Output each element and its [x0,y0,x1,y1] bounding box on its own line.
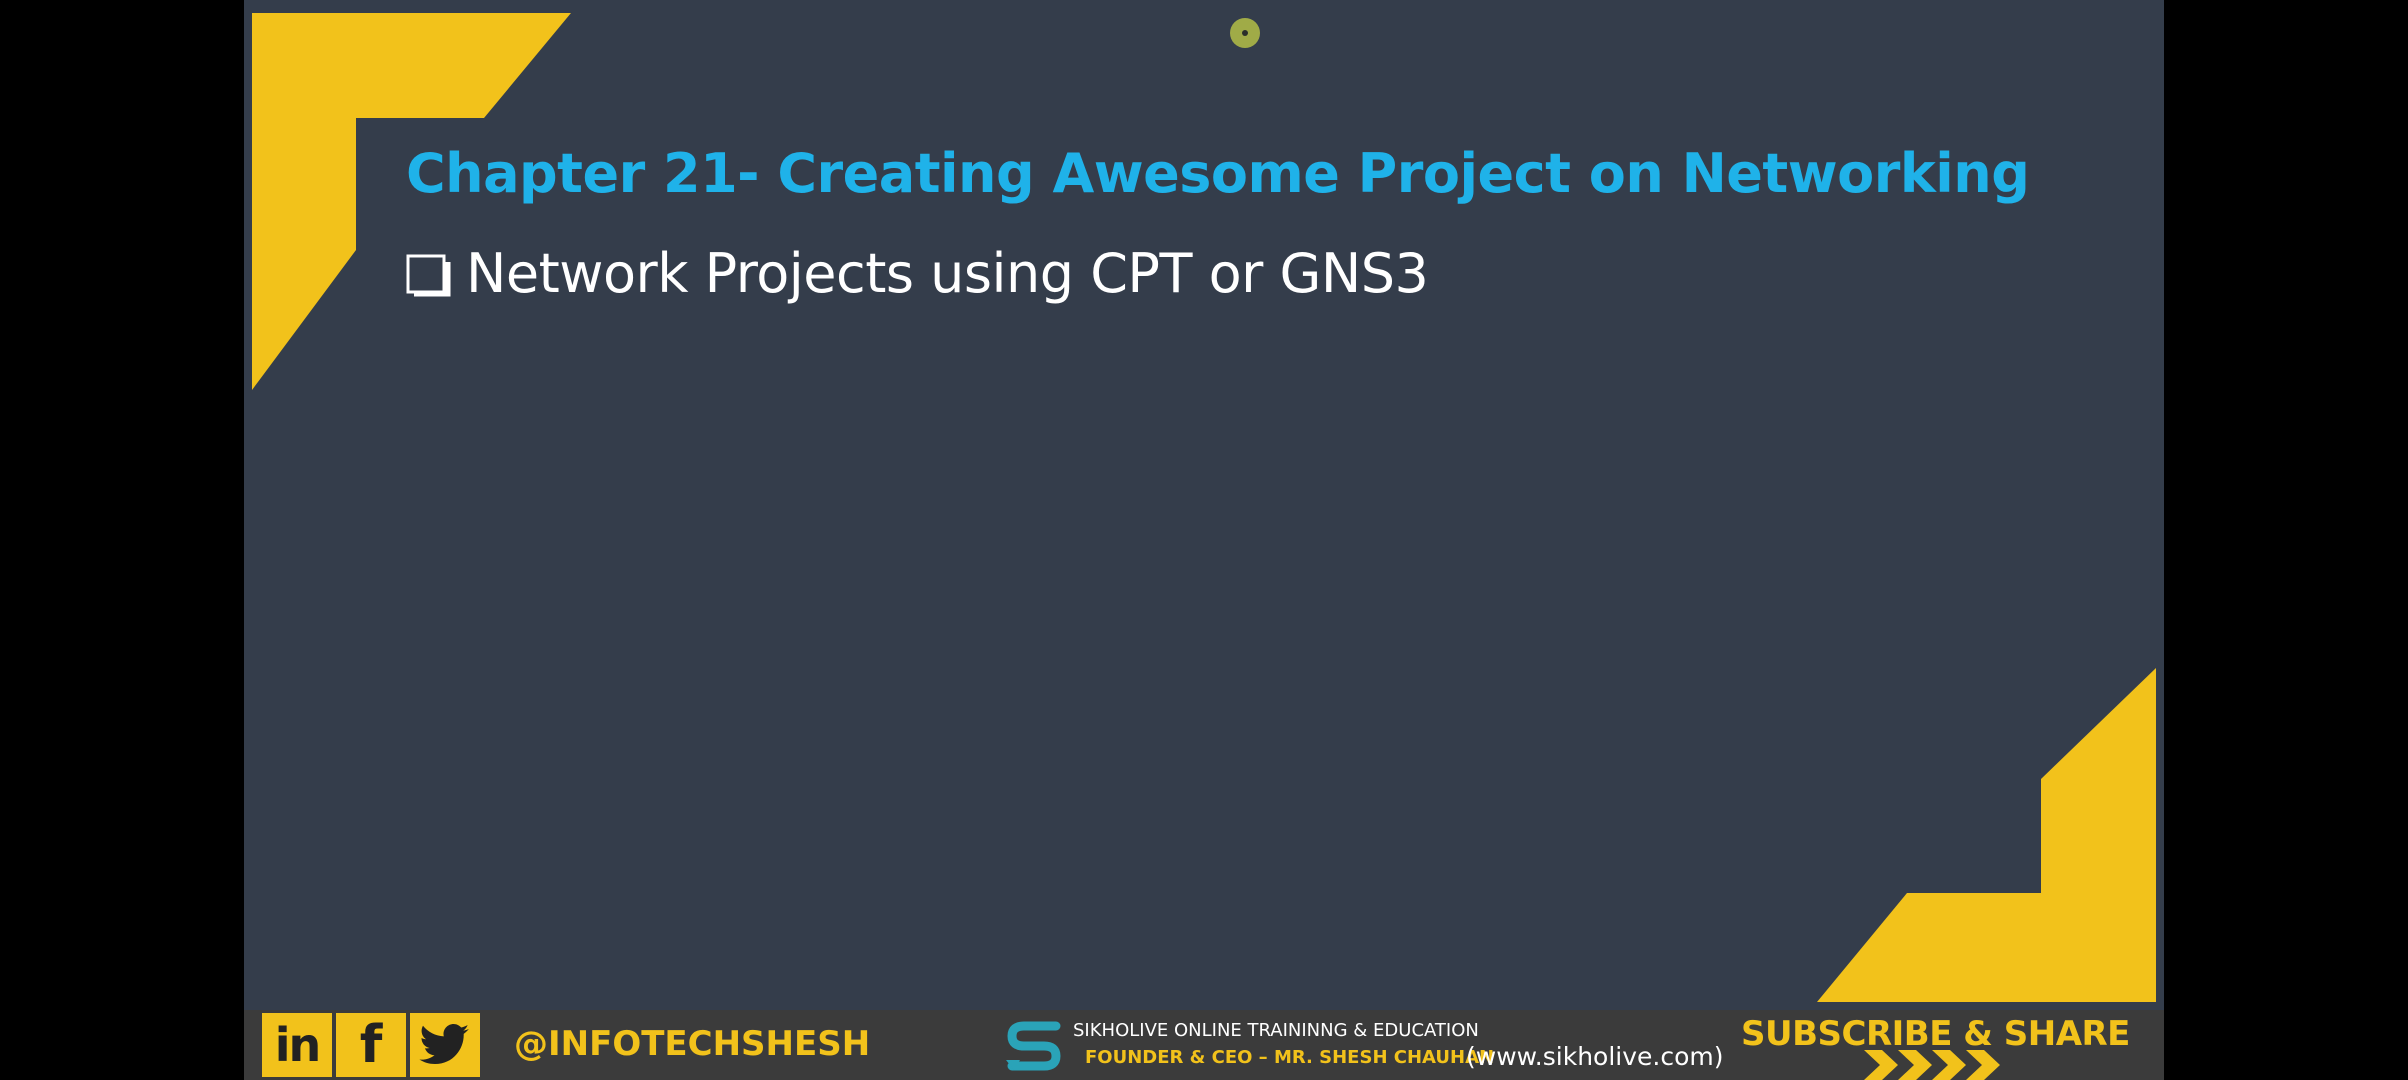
presentation-slide: Chapter 21- Creating Awesome Project on … [244,0,2164,1010]
checkbox-bullet-icon [406,254,451,296]
social-icons: in f [262,1013,480,1077]
company-name: SIKHOLIVE ONLINE TRAININNG & EDUCATION [1073,1020,1479,1041]
chevron-arrows-icon [1864,1050,2000,1080]
website-link[interactable]: (www.sikholive.com) [1466,1042,1724,1071]
subscribe-share-label: SUBSCRIBE & SHARE [1741,1014,2130,1054]
pointer-cursor-icon [1230,18,1260,48]
facebook-icon[interactable]: f [336,1013,406,1077]
twitter-bird-icon [419,1024,469,1064]
sikholive-logo-icon [1006,1021,1061,1071]
branding-footer: in f @INFOTECHSHESH SIKHOLIVE ONLINE TRA… [244,1010,2164,1080]
bullet-item: Network Projects using CPT or GNS3 [406,242,1429,305]
video-frame[interactable]: Chapter 21- Creating Awesome Project on … [244,0,2164,1080]
social-handle: @INFOTECHSHESH [514,1024,871,1064]
linkedin-icon[interactable]: in [262,1013,332,1077]
facebook-label: f [359,1015,383,1075]
linkedin-label: in [274,1018,321,1072]
founder-line: FOUNDER & CEO – MR. SHESH CHAUHAN [1085,1047,1495,1068]
twitter-icon[interactable] [410,1013,480,1077]
bullet-text: Network Projects using CPT or GNS3 [466,242,1429,305]
slide-title: Chapter 21- Creating Awesome Project on … [406,142,2030,205]
